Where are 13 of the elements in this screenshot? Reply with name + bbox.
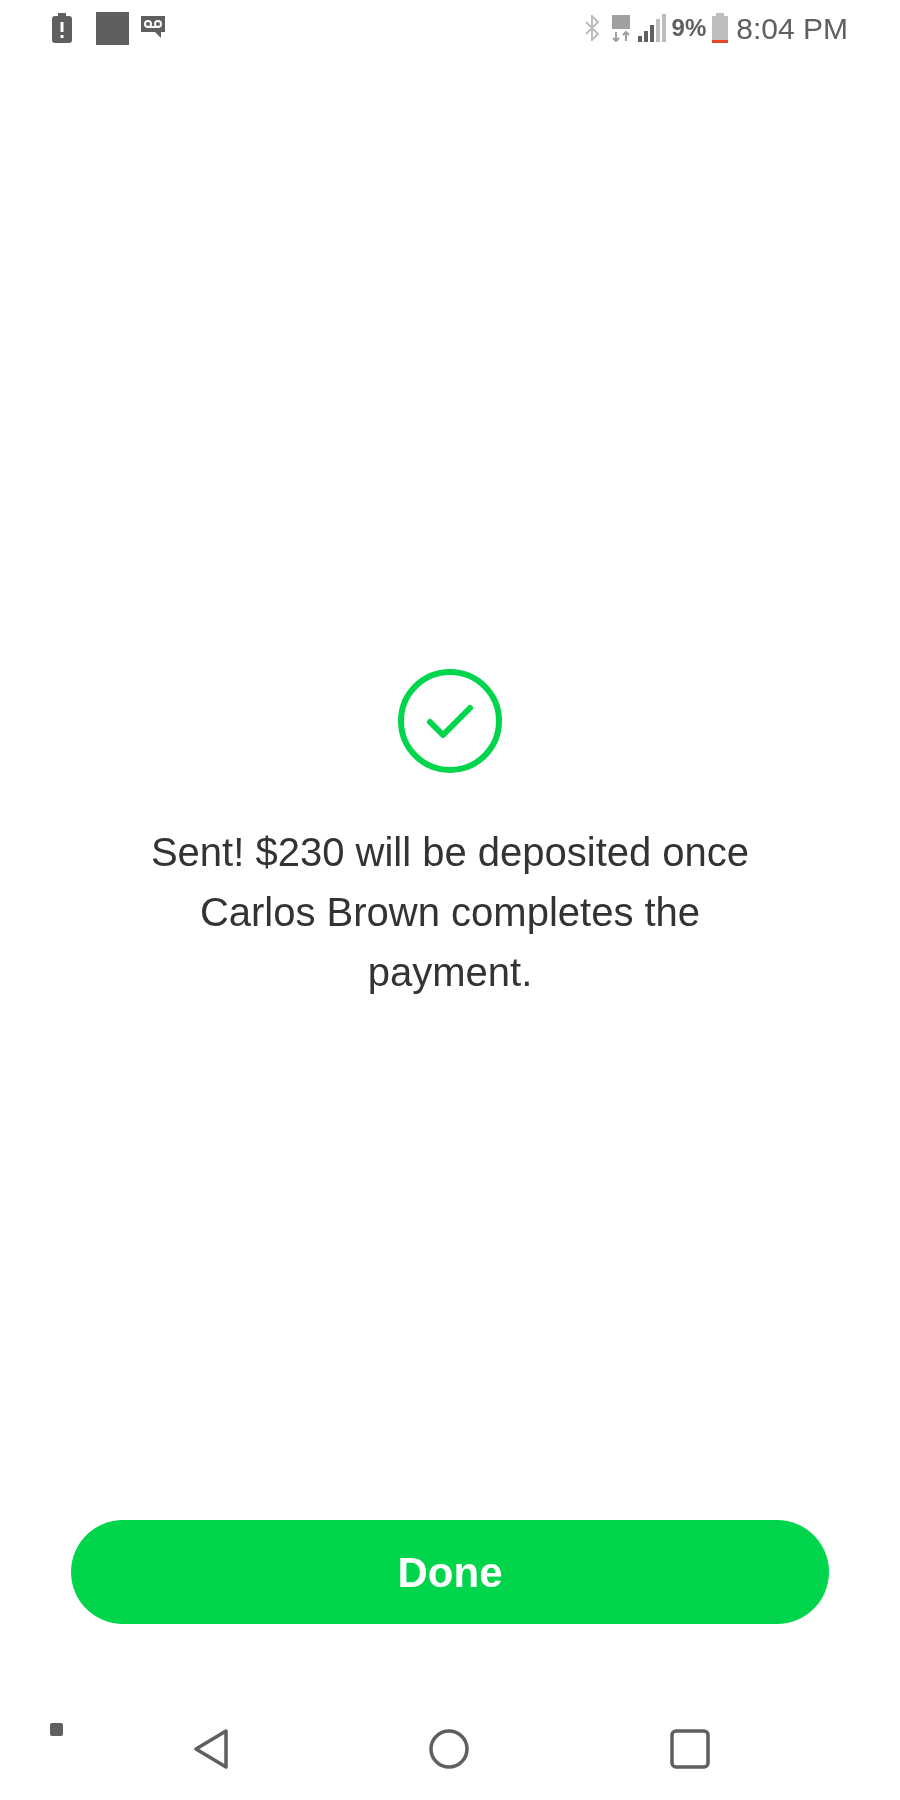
battery-icon bbox=[712, 13, 729, 43]
done-button[interactable]: Done bbox=[71, 1520, 829, 1624]
clock-time: 8:04 PM bbox=[736, 10, 848, 47]
checkmark-circle-icon bbox=[397, 668, 503, 774]
confirmation-message: Sent! $230 will be deposited once Carlos Brown completes the payment. bbox=[149, 829, 751, 996]
battery-alert-icon bbox=[52, 13, 72, 43]
home-icon[interactable] bbox=[429, 1729, 469, 1769]
back-icon[interactable] bbox=[193, 1728, 231, 1770]
signal-icon bbox=[637, 14, 666, 42]
recents-icon[interactable] bbox=[670, 1729, 710, 1769]
bluetooth-icon bbox=[583, 15, 600, 41]
image-icon bbox=[96, 11, 129, 45]
battery-percent: 9% bbox=[671, 13, 707, 43]
